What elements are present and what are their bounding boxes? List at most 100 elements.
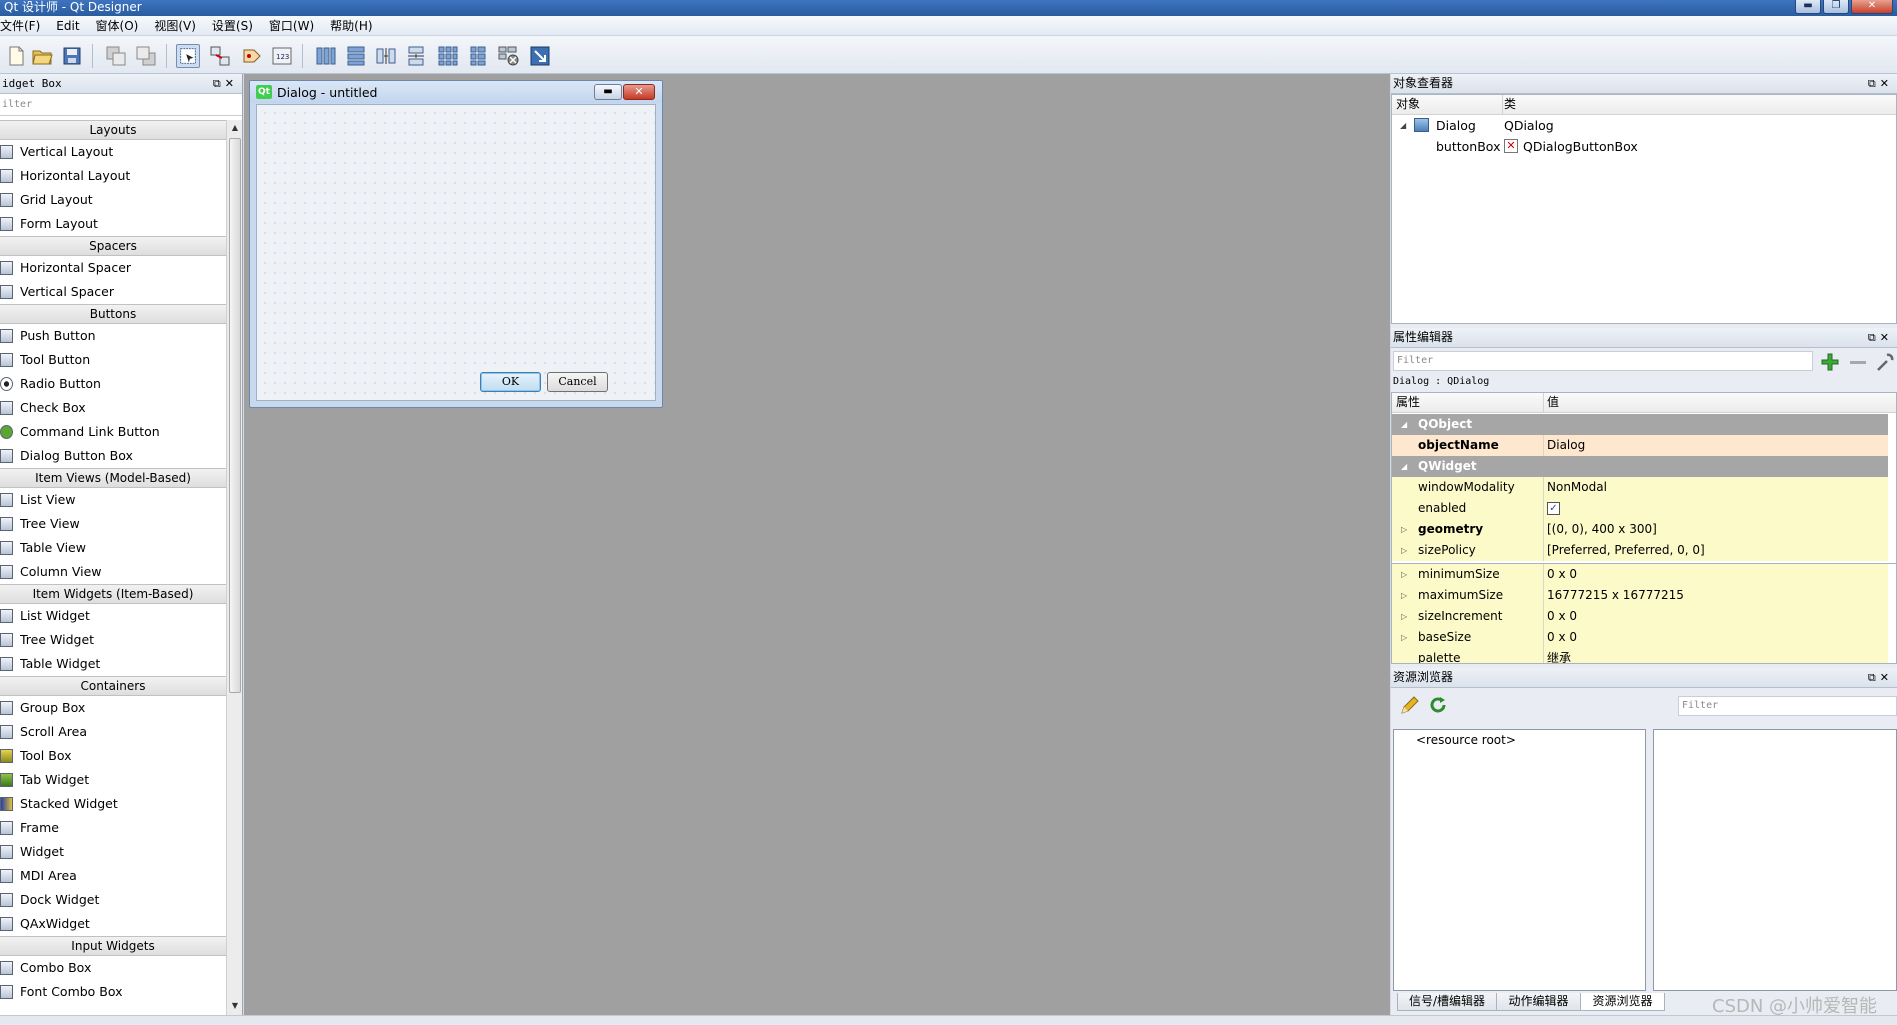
widget-item-list-widget[interactable]: List Widget <box>0 604 226 628</box>
widget-item-tool-box[interactable]: Tool Box <box>0 744 226 768</box>
layout-grid-icon[interactable] <box>436 44 460 68</box>
widget-item-dialog-button-box[interactable]: Dialog Button Box <box>0 444 226 468</box>
widget-item-radio-button[interactable]: Radio Button <box>0 372 226 396</box>
layout-horizontal-splitter-icon[interactable] <box>374 44 398 68</box>
scroll-thumb[interactable] <box>229 138 241 693</box>
close-icon[interactable]: ✕ <box>1880 671 1893 684</box>
header-value[interactable]: 值 <box>1547 393 1559 412</box>
close-icon[interactable]: ✕ <box>1851 0 1893 14</box>
property-row-minimumsize[interactable]: ▷ minimumSize 0 x 0 <box>1392 564 1888 585</box>
edit-signals-slots-icon[interactable] <box>208 44 232 68</box>
widget-item-font-combo-box[interactable]: Font Combo Box <box>0 980 226 1004</box>
widget-item-table-view[interactable]: Table View <box>0 536 226 560</box>
layout-horizontal-icon[interactable] <box>314 44 338 68</box>
widget-item-frame[interactable]: Frame <box>0 816 226 840</box>
widget-item-column-view[interactable]: Column View <box>0 560 226 584</box>
close-icon[interactable]: ✕ <box>225 77 238 90</box>
widget-box-filter-input[interactable]: ilter <box>0 94 242 116</box>
widget-item-scroll-area[interactable]: Scroll Area <box>0 720 226 744</box>
layout-vertical-splitter-icon[interactable] <box>404 44 428 68</box>
widget-item-push-button[interactable]: Push Button <box>0 324 226 348</box>
float-icon[interactable]: ⧉ <box>1868 77 1880 90</box>
property-row-maximumsize[interactable]: ▷ maximumSize 16777215 x 16777215 <box>1392 585 1888 606</box>
category-buttons[interactable]: Buttons <box>0 304 226 324</box>
widget-item-tool-button[interactable]: Tool Button <box>0 348 226 372</box>
layout-vertical-icon[interactable] <box>344 44 368 68</box>
object-inspector-tree[interactable]: 对象 类 ◢ Dialog QDialog buttonBox ✕ QDialo… <box>1391 94 1897 324</box>
expand-arrow-icon[interactable]: ▷ <box>1401 519 1407 540</box>
category-item-views[interactable]: Item Views (Model-Based) <box>0 468 226 488</box>
close-icon[interactable]: ✕ <box>1880 77 1893 90</box>
property-row-sizepolicy[interactable]: ▷ sizePolicy [Preferred, Preferred, 0, 0… <box>1392 540 1888 561</box>
widget-item-tab-widget[interactable]: Tab Widget <box>0 768 226 792</box>
category-layouts[interactable]: Layouts <box>0 120 226 140</box>
add-property-icon[interactable] <box>1819 351 1841 373</box>
widget-item-dock-widget[interactable]: Dock Widget <box>0 888 226 912</box>
property-row-sizeincrement[interactable]: ▷ sizeIncrement 0 x 0 <box>1392 606 1888 627</box>
expand-arrow-icon[interactable]: ▷ <box>1401 585 1407 606</box>
widget-item-horizontal-spacer[interactable]: Horizontal Spacer <box>0 256 226 280</box>
header-class[interactable]: 类 <box>1504 95 1516 114</box>
widget-item-mdi-area[interactable]: MDI Area <box>0 864 226 888</box>
widget-item-widget[interactable]: Widget <box>0 840 226 864</box>
menu-edit[interactable]: Edit <box>48 19 87 33</box>
ok-button[interactable]: OK <box>480 372 541 392</box>
scroll-up-icon[interactable]: ▲ <box>227 120 242 136</box>
widget-box-scrollbar[interactable]: ▲ ▼ <box>226 120 242 1015</box>
property-row-palette[interactable]: palette 继承 <box>1392 648 1888 663</box>
property-row-windowmodality[interactable]: windowModality NonModal <box>1392 477 1888 498</box>
collapse-arrow-icon[interactable]: ◢ <box>1401 414 1407 435</box>
property-group-qwidget[interactable]: ◢ QWidget <box>1392 456 1888 477</box>
tab-signal-slot-editor[interactable]: 信号/槽编辑器 <box>1397 993 1497 1011</box>
widget-item-group-box[interactable]: Group Box <box>0 696 226 720</box>
layout-form-icon[interactable] <box>466 44 490 68</box>
reload-icon[interactable] <box>1427 694 1449 716</box>
category-containers[interactable]: Containers <box>0 676 226 696</box>
float-icon[interactable]: ⧉ <box>1868 331 1880 344</box>
close-icon[interactable]: ✕ <box>1880 331 1893 344</box>
resource-filter-input[interactable]: Filter <box>1678 696 1897 716</box>
property-editor-table-lower[interactable]: ▷ minimumSize 0 x 0 ▷ maximumSize 167772… <box>1391 564 1897 664</box>
menu-file[interactable]: 文件(F) <box>0 17 48 34</box>
resource-root-item[interactable]: <resource root> <box>1416 733 1516 747</box>
expand-arrow-icon[interactable]: ▷ <box>1401 540 1407 561</box>
dialog-close-icon[interactable]: ✕ <box>623 84 655 100</box>
property-filter-input[interactable]: Filter <box>1393 351 1813 371</box>
widget-item-form-layout[interactable]: Form Layout <box>0 212 226 236</box>
open-folder-icon[interactable] <box>30 44 54 68</box>
property-editor-table[interactable]: 属性 值 ◢ QObject objectName Dialog ◢ QWidg… <box>1391 392 1897 564</box>
widget-item-vertical-layout[interactable]: Vertical Layout <box>0 140 226 164</box>
property-row-enabled[interactable]: enabled ✓ <box>1392 498 1888 519</box>
widget-item-list-view[interactable]: List View <box>0 488 226 512</box>
resource-file-view[interactable] <box>1653 729 1897 991</box>
cancel-button[interactable]: Cancel <box>547 372 608 392</box>
edit-widgets-icon[interactable] <box>176 44 200 68</box>
resource-tree[interactable]: <resource root> <box>1393 729 1646 991</box>
property-row-objectname[interactable]: objectName Dialog <box>1392 435 1888 456</box>
remove-property-icon[interactable] <box>1847 351 1869 373</box>
configure-wrench-icon[interactable] <box>1875 351 1895 373</box>
dialog-minimize-icon[interactable]: ▬ <box>594 84 622 100</box>
bring-to-front-icon[interactable] <box>134 44 158 68</box>
edit-resources-pencil-icon[interactable] <box>1399 694 1421 716</box>
widget-item-qaxwidget[interactable]: QAxWidget <box>0 912 226 936</box>
tab-resource-browser[interactable]: 资源浏览器 <box>1580 993 1665 1011</box>
dialog-title-bar[interactable]: Qt Dialog - untitled ▬ ✕ <box>250 81 662 103</box>
property-row-basesize[interactable]: ▷ baseSize 0 x 0 <box>1392 627 1888 648</box>
enabled-checkbox[interactable]: ✓ <box>1547 502 1560 515</box>
collapse-arrow-icon[interactable]: ◢ <box>1401 456 1407 477</box>
collapse-arrow-icon[interactable]: ◢ <box>1400 115 1406 136</box>
widget-item-table-widget[interactable]: Table Widget <box>0 652 226 676</box>
widget-item-command-link-button[interactable]: Command Link Button <box>0 420 226 444</box>
dialog-design-canvas[interactable]: OK Cancel <box>256 104 656 401</box>
new-file-icon[interactable] <box>4 44 28 68</box>
scroll-down-icon[interactable]: ▼ <box>227 998 242 1014</box>
break-layout-icon[interactable] <box>496 44 520 68</box>
menu-help[interactable]: 帮助(H) <box>322 17 380 34</box>
tree-row-dialog[interactable]: ◢ Dialog QDialog <box>1392 115 1896 136</box>
adjust-size-icon[interactable] <box>528 44 552 68</box>
category-spacers[interactable]: Spacers <box>0 236 226 256</box>
edit-tab-order-icon[interactable]: 123 <box>270 44 294 68</box>
category-item-widgets[interactable]: Item Widgets (Item-Based) <box>0 584 226 604</box>
minimize-icon[interactable]: ▬ <box>1795 0 1821 14</box>
